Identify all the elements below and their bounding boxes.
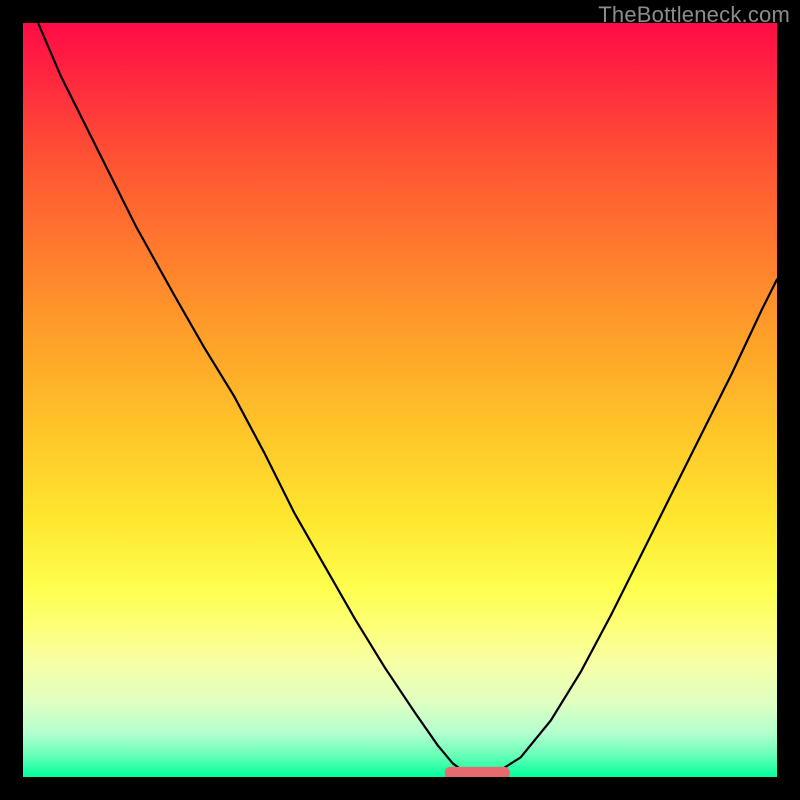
curve-left: [38, 23, 464, 772]
watermark-text: TheBottleneck.com: [598, 2, 790, 28]
plot-area: [23, 23, 777, 777]
bottleneck-curve: [38, 23, 777, 772]
chart-svg: [23, 23, 777, 777]
curve-right: [498, 279, 777, 771]
chart-frame: TheBottleneck.com: [0, 0, 800, 800]
min-marker: [445, 767, 509, 777]
